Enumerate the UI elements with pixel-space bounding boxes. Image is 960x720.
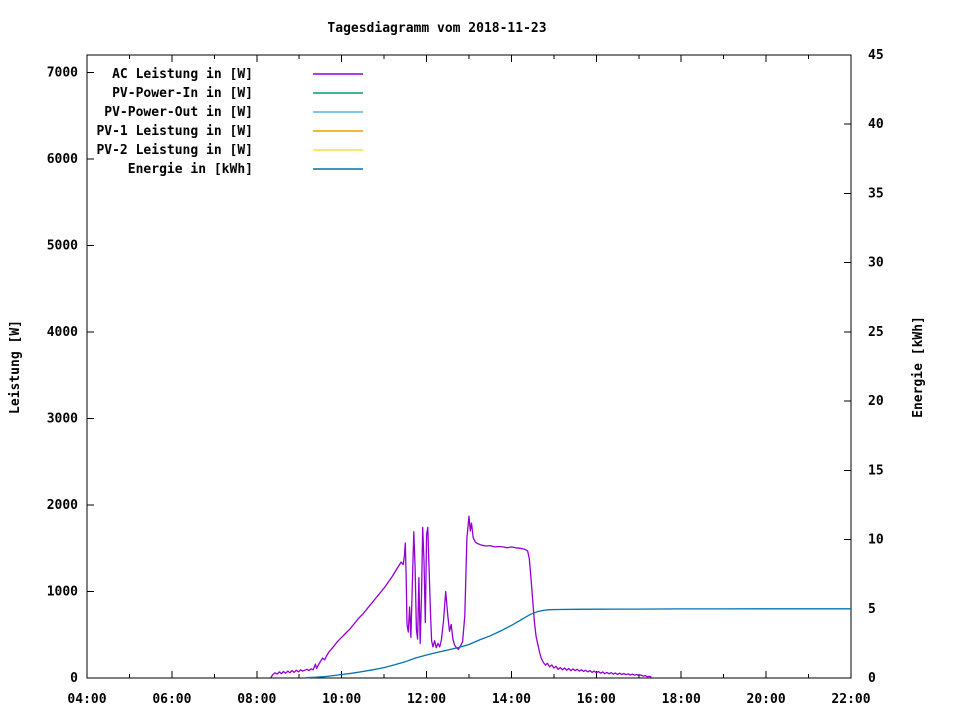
legend-label: PV-2 Leistung in [W] — [96, 143, 253, 158]
y-right-tick-label: 45 — [868, 48, 884, 63]
y-right-tick-label: 0 — [868, 671, 876, 686]
y-left-tick-label: 7000 — [47, 65, 78, 80]
y-right-tick-label: 25 — [868, 325, 884, 340]
legend-item-ac-leistung: AC Leistung in [W] — [112, 67, 363, 82]
y-left-tick-label: 5000 — [47, 238, 78, 253]
legend-label: AC Leistung in [W] — [112, 67, 253, 82]
y-right-tick-label: 15 — [868, 463, 884, 478]
legend-item-pv-2-leistung: PV-2 Leistung in [W] — [96, 143, 363, 158]
legend-item-energie: Energie in [kWh] — [128, 162, 363, 177]
y-right-tick-label: 30 — [868, 256, 884, 271]
y-right-tick-label: 40 — [868, 117, 884, 132]
x-tick-label: 16:00 — [577, 692, 616, 707]
daily-pv-chart: Tagesdiagramm vom 2018-11-23 Leistung [W… — [0, 0, 960, 720]
y-axis-left-label: Leistung [W] — [8, 320, 23, 414]
legend-item-pv-power-in: PV-Power-In in [W] — [112, 86, 363, 101]
legend-label: Energie in [kWh] — [128, 162, 253, 177]
x-tick-label: 08:00 — [237, 692, 276, 707]
y-left-tick-label: 6000 — [47, 152, 78, 167]
legend-item-pv-1-leistung: PV-1 Leistung in [W] — [96, 124, 363, 139]
x-tick-label: 12:00 — [407, 692, 446, 707]
y-right-tick-label: 20 — [868, 394, 884, 409]
series-layer — [270, 515, 851, 679]
chart-title: Tagesdiagramm vom 2018-11-23 — [327, 21, 546, 36]
y-right-tick-label: 10 — [868, 533, 884, 548]
y-right-tick-label: 35 — [868, 186, 884, 201]
legend-item-pv-power-out: PV-Power-Out in [W] — [104, 105, 363, 120]
series-line-energie — [305, 608, 851, 679]
x-tick-label: 06:00 — [152, 692, 191, 707]
x-tick-label: 20:00 — [747, 692, 786, 707]
legend-label: PV-Power-In in [W] — [112, 86, 253, 101]
x-tick-label: 22:00 — [831, 692, 870, 707]
y-left-tick-label: 2000 — [47, 498, 78, 513]
y-left-tick-label: 1000 — [47, 584, 78, 599]
y-left-tick-label: 3000 — [47, 411, 78, 426]
legend-label: PV-1 Leistung in [W] — [96, 124, 253, 139]
legend-label: PV-Power-Out in [W] — [104, 105, 253, 120]
x-tick-label: 04:00 — [67, 692, 106, 707]
y-right-tick-label: 5 — [868, 602, 876, 617]
legend: AC Leistung in [W] PV-Power-In in [W] PV-P… — [96, 67, 363, 177]
series-line-ac-leistung — [270, 515, 652, 678]
x-tick-label: 14:00 — [492, 692, 531, 707]
y-left-tick-label: 4000 — [47, 325, 78, 340]
y-left-tick-label: 0 — [70, 671, 78, 686]
plot-canvas: Tagesdiagramm vom 2018-11-23 Leistung [W… — [8, 21, 926, 707]
y-axis-right-label: Energie [kWh] — [911, 316, 926, 418]
x-tick-label: 18:00 — [662, 692, 701, 707]
x-tick-label: 10:00 — [322, 692, 361, 707]
